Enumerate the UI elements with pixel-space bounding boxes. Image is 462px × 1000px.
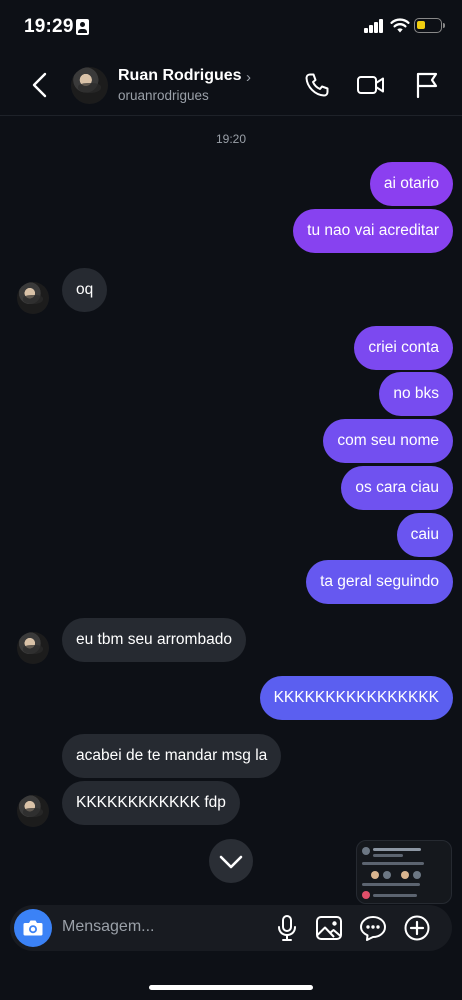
incoming-message[interactable]: eu tbm seu arrombado [62, 618, 246, 662]
incoming-message[interactable]: acabei de te mandar msg la [62, 734, 282, 778]
sender-avatar[interactable] [17, 632, 49, 664]
contact-card-icon [76, 19, 89, 35]
camera-icon [23, 920, 43, 936]
add-icon[interactable] [402, 913, 432, 943]
flag-icon[interactable] [412, 70, 442, 100]
cellular-signal-icon [364, 19, 384, 33]
microphone-icon[interactable] [272, 913, 302, 943]
incoming-message[interactable]: oq [62, 268, 108, 312]
wifi-icon [390, 18, 410, 33]
outgoing-message[interactable]: caiu [396, 513, 453, 557]
message-input[interactable]: Mensagem... [62, 918, 154, 936]
video-icon[interactable] [356, 70, 386, 100]
contact-avatar[interactable] [71, 67, 108, 104]
thread-timestamp: 19:20 [215, 132, 247, 146]
contact-handle[interactable]: oruanrodrigues [118, 88, 209, 103]
outgoing-message[interactable]: com seu nome [323, 419, 453, 463]
battery-level [417, 21, 425, 29]
outgoing-message[interactable]: ta geral seguindo [306, 560, 453, 604]
phone-icon[interactable] [302, 70, 332, 100]
outgoing-message[interactable]: criei conta [354, 326, 453, 370]
outgoing-message[interactable]: ai otario [369, 162, 453, 206]
home-indicator[interactable] [149, 985, 313, 990]
shared-post-preview[interactable] [356, 840, 452, 904]
incoming-message[interactable]: KKKKKKKKKKKK fdp [62, 781, 240, 825]
battery-tip [443, 23, 445, 28]
outgoing-message[interactable]: no bks [379, 372, 453, 416]
status-bar: 19:29 [0, 0, 462, 56]
sticker-icon[interactable] [358, 913, 388, 943]
battery-icon [414, 18, 442, 33]
outgoing-message[interactable]: os cara ciau [341, 466, 453, 510]
status-time: 19:29 [24, 16, 74, 37]
chat-header: Ruan Rodrigues › oruanrodrigues [0, 56, 462, 116]
chevron-right-icon[interactable]: › [246, 69, 251, 86]
scroll-to-bottom-button[interactable] [209, 839, 253, 883]
chevron-down-icon [219, 855, 243, 869]
outgoing-message[interactable]: KKKKKKKKKKKKKKKK [259, 676, 453, 720]
sender-avatar[interactable] [17, 282, 49, 314]
outgoing-message[interactable]: tu nao vai acreditar [293, 209, 453, 253]
camera-button[interactable] [14, 909, 52, 947]
sender-avatar[interactable] [17, 795, 49, 827]
message-composer: Mensagem... [10, 905, 452, 951]
back-icon[interactable] [26, 70, 56, 100]
gallery-icon[interactable] [314, 913, 344, 943]
contact-name[interactable]: Ruan Rodrigues [118, 67, 242, 85]
